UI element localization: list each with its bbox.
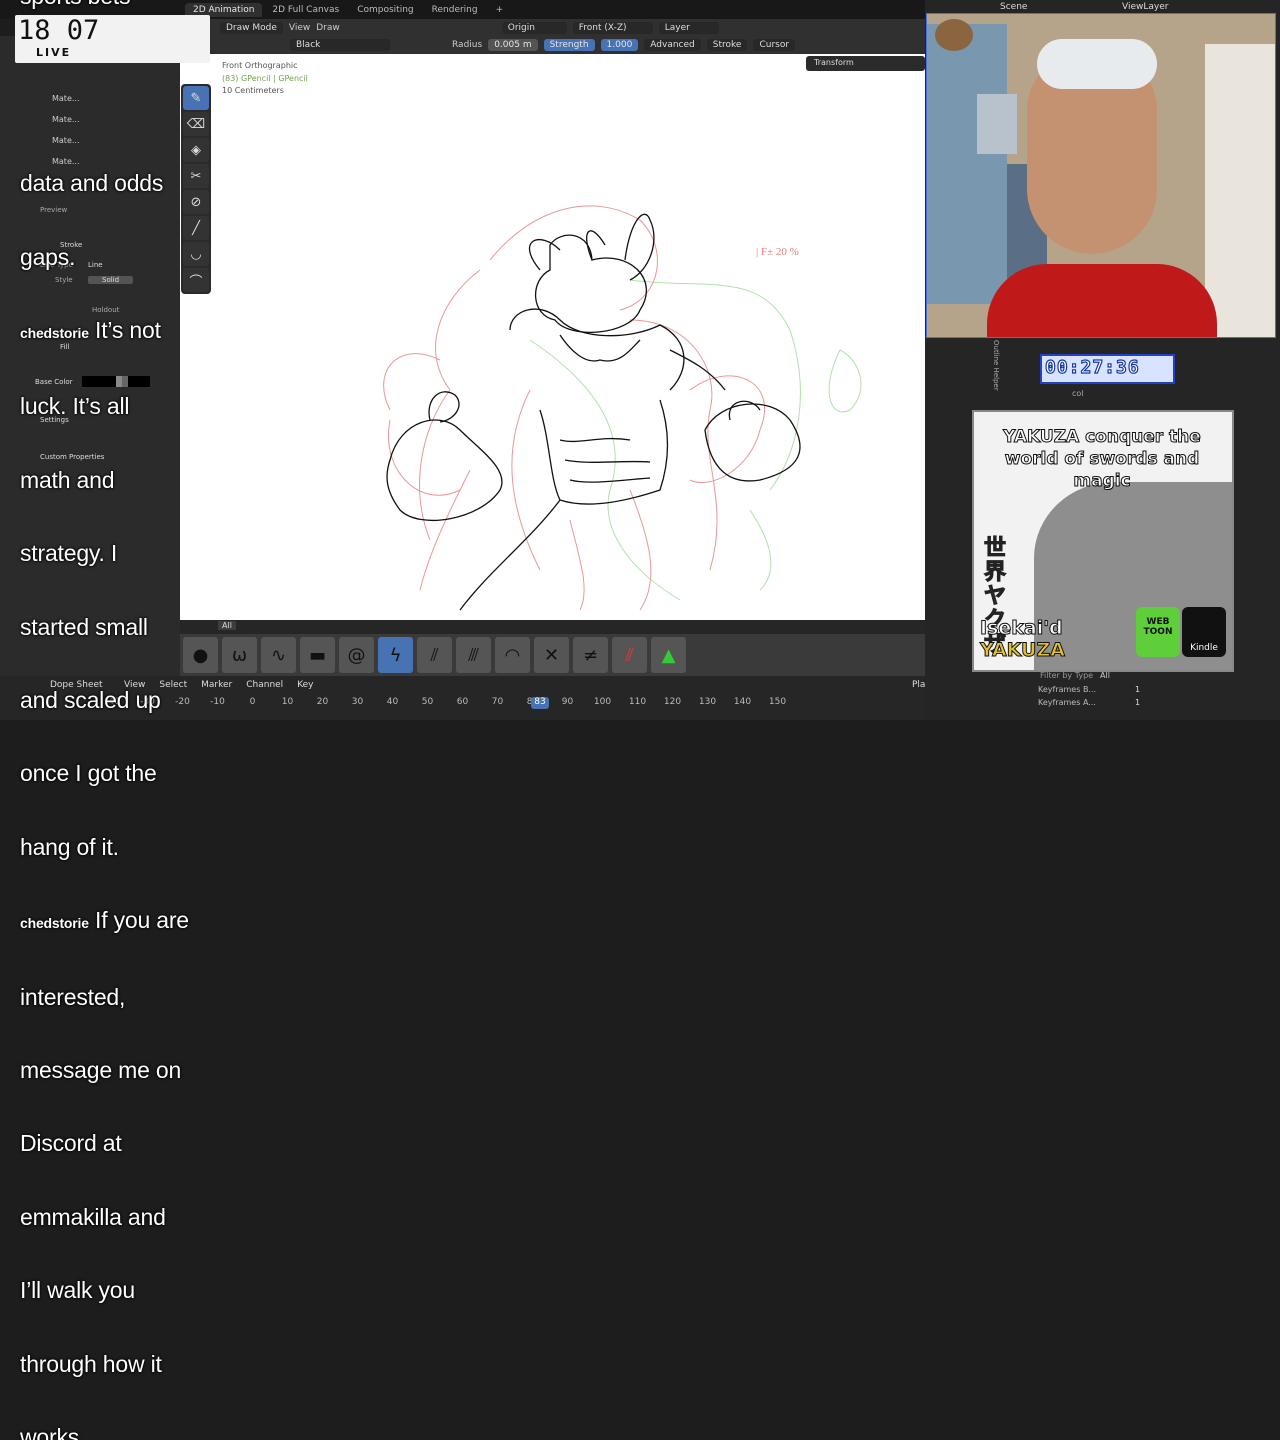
subtitle-line: emmakilla and — [20, 1203, 166, 1230]
stroke-dropdown[interactable]: Stroke — [706, 39, 748, 51]
scene-selector[interactable]: Scene — [1000, 2, 1027, 12]
subtitle-line: once I got the — [20, 760, 157, 787]
brush-cross-icon[interactable]: ✕ — [534, 637, 569, 673]
subtitle-line: luck. It’s all — [20, 393, 130, 420]
subtitle-line: It’s not — [95, 316, 161, 343]
subtitle-line: works. — [20, 1424, 86, 1440]
tab-2d-full-canvas[interactable]: 2D Full Canvas — [264, 3, 347, 17]
subtitle-line: data and odds — [20, 170, 164, 197]
outline-helper-tab[interactable]: Outline Helper — [988, 340, 1000, 400]
frame-tick: 70 — [491, 697, 504, 707]
brush-pencil-icon[interactable]: ⫽ — [417, 637, 452, 673]
brush-loop-icon[interactable]: @ — [339, 637, 374, 673]
frame-tick: 130 — [698, 697, 717, 707]
subtitle-line: through how it — [20, 1350, 162, 1377]
frame-tick: 30 — [351, 697, 364, 707]
view-name: Front Orthographic — [222, 61, 298, 70]
tab-compositing[interactable]: Compositing — [349, 3, 421, 17]
brush-scribble-icon[interactable]: ≠ — [573, 637, 608, 673]
radius-label: Radius — [452, 40, 483, 50]
frame-tick: 100 — [593, 697, 612, 707]
keyframes-before-value[interactable]: 1 — [1135, 683, 1140, 696]
brush-active-icon[interactable]: ϟ — [378, 637, 413, 673]
viewport-info: Front Orthographic (83) GPencil | GPenci… — [222, 60, 308, 98]
frame-tick: 60 — [456, 697, 469, 707]
keyframe-labels: Keyframes B... Keyframes A... — [1038, 683, 1096, 709]
grid-scale: 10 Centimeters — [222, 86, 284, 95]
chat-overlay: sports bets data and odds gaps. chedstor… — [20, 0, 230, 1440]
brush-asset-shelf: ● ω ∿ ▬ @ ϟ ⫽ ⫻ ◠ ✕ ≠ ⫽ ▲ — [180, 634, 925, 676]
filter-label: Filter by Type — [1040, 671, 1094, 680]
frame-tick: 150 — [768, 697, 787, 707]
filter-value[interactable]: All — [1100, 671, 1110, 680]
brush-marker-icon[interactable]: ∿ — [261, 637, 296, 673]
radius-field[interactable]: 0.005 m — [488, 39, 538, 51]
frame-tick: 90 — [561, 697, 574, 707]
keyframes-after-label: Keyframes A... — [1038, 698, 1096, 707]
strength-field[interactable]: 1.000 — [600, 39, 639, 51]
kindle-badge: Kindle — [1182, 607, 1226, 657]
subtitle-line: interested, — [20, 983, 126, 1010]
frame-tick: 110 — [628, 697, 647, 707]
subtitle-line: hang of it. — [20, 833, 119, 860]
layer-dropdown[interactable]: Layer — [658, 21, 719, 34]
webtoon-badge: WEB TOON — [1136, 607, 1180, 657]
key-menu[interactable]: Key — [297, 680, 313, 690]
manga-subtitle-1: Isekai'd — [980, 617, 1064, 640]
viewport-header: Draw Mode View Draw Origin Front (X-Z) L… — [180, 19, 925, 36]
strength-label: Strength — [543, 39, 595, 51]
current-frame-indicator[interactable]: 83 — [531, 697, 549, 709]
advanced-dropdown[interactable]: Advanced — [644, 39, 701, 51]
frame-tick: 120 — [663, 697, 682, 707]
brush-hatch-icon[interactable]: ⫻ — [456, 637, 491, 673]
add-workspace-button[interactable]: + — [488, 3, 512, 17]
transform-panel-tab[interactable]: Transform — [806, 56, 925, 71]
keyframes-after-value[interactable]: 1 — [1135, 696, 1140, 709]
brush-chisel-icon[interactable]: ▬ — [300, 637, 335, 673]
collection-item[interactable]: col — [1072, 389, 1084, 398]
origin-dropdown[interactable]: Origin — [501, 21, 567, 34]
plane-dropdown[interactable]: Front (X-Z) — [572, 21, 653, 34]
material-dropdown[interactable]: Black — [290, 39, 390, 51]
brush-curve-icon[interactable]: ◠ — [495, 637, 530, 673]
keyframe-values: 1 1 — [1135, 683, 1140, 709]
brush-asset-shelf-header: All — [180, 620, 925, 634]
subtitle-line: If you are — [95, 907, 189, 934]
frame-tick: 10 — [281, 697, 294, 707]
subtitle-line: gaps. — [20, 243, 76, 270]
subtitle-line: started small — [20, 613, 148, 640]
view-menu[interactable]: View — [289, 23, 310, 33]
subtitle-line: Discord at — [20, 1130, 122, 1157]
brush-green-icon[interactable]: ▲ — [651, 637, 686, 673]
frame-tick: 50 — [421, 697, 434, 707]
subtitle-line: message me on — [20, 1056, 182, 1083]
subtitle-line: sports bets — [20, 0, 220, 15]
stream-timer: 00:27:36 — [1044, 356, 1140, 378]
subtitle-line: and scaled up — [20, 686, 161, 713]
subtitle-line: strategy. I — [20, 540, 118, 567]
manga-title: YAKUZA conquer the world of swords and m… — [1003, 427, 1202, 492]
tab-rendering[interactable]: Rendering — [424, 3, 486, 17]
subtitle-line: math and — [20, 466, 115, 493]
rabbit-sketch — [383, 205, 862, 611]
frame-tick: 40 — [386, 697, 399, 707]
webcam-feed — [926, 13, 1276, 338]
frame-tick: 0 — [249, 697, 256, 707]
brush-red-icon[interactable]: ⫽ — [612, 637, 647, 673]
chat-username: chedstorie — [20, 324, 89, 341]
channel-menu[interactable]: Channel — [246, 680, 283, 690]
keyframes-before-label: Keyframes B... — [1038, 685, 1097, 694]
draw-menu[interactable]: Draw — [316, 23, 340, 33]
manga-ad-panel: YAKUZA conquer the world of swords and m… — [972, 410, 1234, 672]
subtitle-line: I’ll walk you — [20, 1277, 135, 1304]
pixel-avatar — [935, 19, 973, 51]
frame-tick: 20 — [316, 697, 329, 707]
cursor-dropdown[interactable]: Cursor — [753, 39, 796, 51]
tool-settings-header: Black Radius 0.005 m Strength 1.000 Adva… — [180, 36, 925, 54]
object-name: (83) GPencil | GPencil — [222, 73, 308, 83]
manga-subtitle-2: YAKUZA — [980, 639, 1066, 662]
frame-tick: 140 — [733, 697, 752, 707]
view-layer-selector[interactable]: ViewLayer — [1122, 2, 1168, 12]
chat-username: chedstorie — [20, 915, 89, 932]
